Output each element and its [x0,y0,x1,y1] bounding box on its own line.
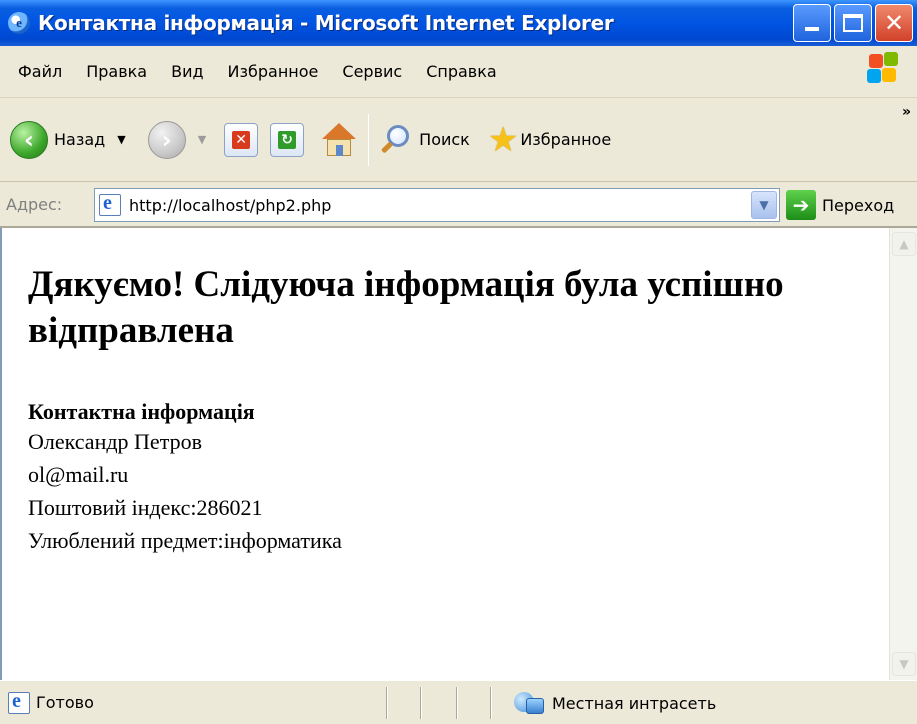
menu-help[interactable]: Справка [414,62,509,81]
forward-button[interactable]: › [147,120,186,159]
scroll-down-icon[interactable]: ▼ [892,652,916,676]
status-pane-divider [386,687,388,719]
forward-arrow-icon: › [147,120,186,159]
address-dropdown-icon[interactable]: ▼ [751,191,777,219]
stop-icon: ✕ [232,130,251,149]
status-pane-divider [420,687,422,719]
page-heading: Дякуємо! Слідуюча інформація була успішн… [28,264,784,352]
menu-edit[interactable]: Правка [74,62,159,81]
maximize-button[interactable] [834,4,872,42]
search-button[interactable]: Поиск [379,123,470,157]
zone-label: Местная интрасеть [552,693,717,713]
search-icon [379,123,413,157]
go-arrow-icon: ➔ [786,190,816,220]
star-icon: ★ [487,119,519,160]
maximize-icon [843,14,863,32]
go-label: Переход [822,195,895,215]
vertical-scrollbar[interactable]: ▲ ▼ [889,228,917,680]
status-page-icon [8,690,30,714]
back-button[interactable]: ‹ Назад [10,120,106,159]
status-pane-divider [490,687,492,719]
address-label: Адрес: [6,194,63,214]
address-url[interactable]: http://localhost/php2.php [129,196,331,215]
minimize-icon [805,27,819,31]
back-dropdown-icon[interactable]: ▼ [117,133,125,146]
back-label: Назад [54,130,106,149]
home-button[interactable] [320,121,358,159]
ie-icon[interactable]: e [8,12,30,34]
toolbar-more-chevron[interactable]: » [902,104,911,120]
window-title: Контактна інформація - Microsoft Interne… [38,11,614,35]
title-bar: e Контактна інформація - Microsoft Inter… [0,0,917,46]
search-label: Поиск [419,130,470,149]
menu-favorites[interactable]: Избранное [216,62,331,81]
windows-logo-icon [867,52,899,86]
favorites-button[interactable]: ★ Избранное [474,123,611,157]
favorites-label: Избранное [520,130,612,149]
page-viewport[interactable]: Дякуємо! Слідуюча інформація була успішн… [0,228,917,680]
window-controls: ✕ [793,4,913,42]
page-icon [99,192,121,216]
back-arrow-icon: ‹ [10,120,48,159]
toolbar: ‹ Назад ▼ › ▼ ✕ ↻ Поиск ★ Избранное » [0,98,917,182]
scroll-up-icon[interactable]: ▲ [892,232,916,256]
page-body: Дякуємо! Слідуюча інформація була успішн… [28,262,878,557]
section-title: Контактна інформація [28,398,255,424]
menu-bar: Файл Правка Вид Избранное Сервис Справка [0,46,917,98]
status-text: Готово [36,693,94,712]
go-button[interactable]: ➔ Переход [786,190,894,220]
menu-tools[interactable]: Сервис [330,62,414,81]
status-bar: Готово Местная интрасеть [0,680,917,724]
refresh-button[interactable]: ↻ [270,122,305,157]
address-bar: Адрес: http://localhost/php2.php ▼ ➔ Пер… [0,182,917,228]
close-icon: ✕ [883,9,905,37]
contact-name: Олександр Петров [28,428,202,454]
refresh-icon: ↻ [278,130,297,149]
contact-email: ol@mail.ru [28,461,129,487]
menu-view[interactable]: Вид [159,62,215,81]
forward-dropdown-icon[interactable]: ▼ [198,133,206,146]
contact-subject: Улюблений предмет:інформатика [28,527,342,553]
minimize-button[interactable] [793,4,831,42]
contact-postal: Поштовий індекс:286021 [28,494,263,520]
intranet-icon [512,690,546,716]
toolbar-separator [368,113,370,166]
home-icon [322,122,357,139]
status-pane-divider [456,687,458,719]
security-zone[interactable]: Местная интрасеть [512,681,716,724]
close-button[interactable]: ✕ [875,4,913,42]
address-input[interactable]: http://localhost/php2.php ▼ [94,188,780,222]
menu-file[interactable]: Файл [0,62,74,81]
stop-button[interactable]: ✕ [224,122,259,157]
